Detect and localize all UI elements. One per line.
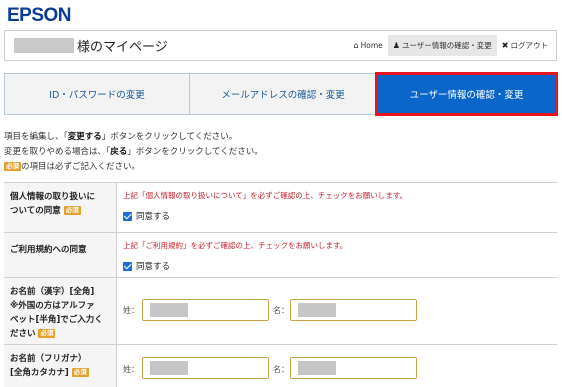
epson-logo: EPSON: [7, 5, 72, 26]
instruction-emphasis: 変更する: [67, 132, 102, 142]
first-name-kanji-input[interactable]: [290, 299, 417, 321]
page-title: 様のマイページ: [77, 40, 168, 55]
tab-id-password[interactable]: ID・パスワードの変更: [5, 74, 190, 114]
name-kana-label-line: お名前（フリガナ）: [10, 354, 87, 364]
home-icon: ⌂: [353, 41, 359, 50]
close-icon: ✖: [501, 41, 509, 50]
instruction-text: 項目を編集し、「: [4, 132, 68, 142]
masked-value: [150, 303, 188, 317]
instruction-text: 変更を取りやめる場合は、「: [4, 147, 111, 157]
last-name-kana-input[interactable]: [142, 357, 269, 379]
nav-home-label: Home: [360, 41, 383, 50]
header-nav: ⌂ Home ♟ ユーザー情報の確認・変更 ✖ ログアウト: [349, 35, 553, 56]
form-row-name-kana: お名前（フリガナ） [全角カタカナ] 必須 姓： 名：: [4, 345, 557, 387]
required-badge: 必須: [38, 329, 56, 338]
privacy-notice: 上記「個人情報の取り扱いについて」を必ずご確認の上、チェックをお願いします。: [123, 191, 408, 200]
instruction-line-1: 項目を編集し、「変更する」ボタンをクリックしてください。: [4, 130, 263, 145]
checkbox-checked-icon[interactable]: [123, 261, 132, 271]
instruction-line-2: 変更を取りやめる場合は、「戻る」ボタンをクリックしてください。: [4, 145, 263, 160]
name-kana-label-line: [全角カタカナ]: [10, 368, 69, 378]
masked-value: [298, 361, 336, 375]
form-row-terms: ご利用規約への同意 上記「ご利用規約」を必ずご確認の上、チェックをお願いします。…: [4, 233, 557, 278]
privacy-agree-checkbox[interactable]: 同意する: [123, 210, 170, 222]
name-kanji-label-line: ださい: [10, 329, 36, 339]
instruction-emphasis: 戻る: [110, 147, 128, 157]
name-kana-label: お名前（フリガナ） [全角カタカナ] 必須: [4, 345, 117, 387]
terms-label-text: ご利用規約への同意: [10, 245, 87, 255]
privacy-label-line: ついての同意: [10, 206, 61, 216]
nav-home[interactable]: ⌂ Home: [349, 35, 388, 56]
instruction-text: の項目は必ずご記入ください。: [21, 162, 141, 172]
name-kanji-value: 姓： 名：: [117, 278, 557, 344]
name-kanji-label: お名前（漢字）[全角] ※外国の方はアルファ ベット[半角]でご入力く ださい …: [4, 278, 117, 344]
tab-user-info[interactable]: ユーザー情報の確認・変更: [375, 72, 558, 116]
name-kanji-label-line: お名前（漢字）[全角]: [10, 287, 95, 297]
form-row-name-kanji: お名前（漢字）[全角] ※外国の方はアルファ ベット[半角]でご入力く ださい …: [4, 278, 557, 345]
masked-value: [150, 361, 188, 375]
checkbox-checked-icon[interactable]: [123, 211, 132, 221]
privacy-value: 上記「個人情報の取り扱いについて」を必ずご確認の上、チェックをお願いします。 同…: [117, 183, 557, 232]
name-kanji-label-line: ※外国の方はアルファ: [10, 301, 95, 311]
first-name-label: 名：: [273, 306, 289, 315]
nav-user-info-label: ユーザー情報の確認・変更: [401, 41, 492, 50]
terms-agree-checkbox[interactable]: 同意する: [123, 260, 170, 272]
masked-value: [298, 303, 336, 317]
user-icon: ♟: [392, 41, 400, 50]
mypage-header: 様のマイページ ⌂ Home ♟ ユーザー情報の確認・変更 ✖ ログアウト: [4, 30, 557, 61]
tab-email[interactable]: メールアドレスの確認・変更: [190, 74, 376, 114]
masked-user-name: [14, 38, 74, 53]
instruction-text: 」ボタンをクリックしてください。: [127, 147, 263, 157]
last-name-label: 姓：: [123, 365, 139, 374]
required-badge: 必須: [4, 162, 21, 171]
name-kana-value: 姓： 名：: [117, 345, 557, 387]
user-info-form: 個人情報の取り扱いに ついての同意 必須 上記「個人情報の取り扱いについて」を必…: [4, 182, 557, 387]
first-name-kana-input[interactable]: [290, 357, 417, 379]
first-name-label: 名：: [273, 365, 289, 374]
instruction-text: 」ボタンをクリックしてください。: [101, 132, 238, 142]
privacy-agree-label: 同意する: [136, 212, 171, 222]
instructions: 項目を編集し、「変更する」ボタンをクリックしてください。 変更を取りやめる場合は…: [4, 130, 263, 175]
required-badge: 必須: [71, 368, 89, 377]
nav-user-info[interactable]: ♟ ユーザー情報の確認・変更: [387, 35, 497, 56]
privacy-label-line: 個人情報の取り扱いに: [10, 192, 96, 202]
terms-notice: 上記「ご利用規約」を必ずご確認の上、チェックをお願いします。: [123, 241, 348, 250]
terms-label: ご利用規約への同意: [4, 233, 117, 277]
name-kanji-label-line: ベット[半角]でご入力く: [10, 315, 103, 325]
required-badge: 必須: [63, 206, 81, 215]
terms-agree-label: 同意する: [136, 262, 171, 272]
nav-logout[interactable]: ✖ ログアウト: [497, 35, 553, 56]
instruction-line-3: 必須 の項目は必ずご記入ください。: [4, 160, 263, 175]
form-row-privacy: 個人情報の取り扱いに ついての同意 必須 上記「個人情報の取り扱いについて」を必…: [4, 183, 557, 233]
privacy-label: 個人情報の取り扱いに ついての同意 必須: [4, 183, 117, 232]
terms-value: 上記「ご利用規約」を必ずご確認の上、チェックをお願いします。 同意する: [117, 233, 557, 277]
last-name-label: 姓：: [123, 306, 139, 315]
last-name-kanji-input[interactable]: [142, 299, 269, 321]
nav-logout-label: ログアウト: [510, 41, 549, 50]
